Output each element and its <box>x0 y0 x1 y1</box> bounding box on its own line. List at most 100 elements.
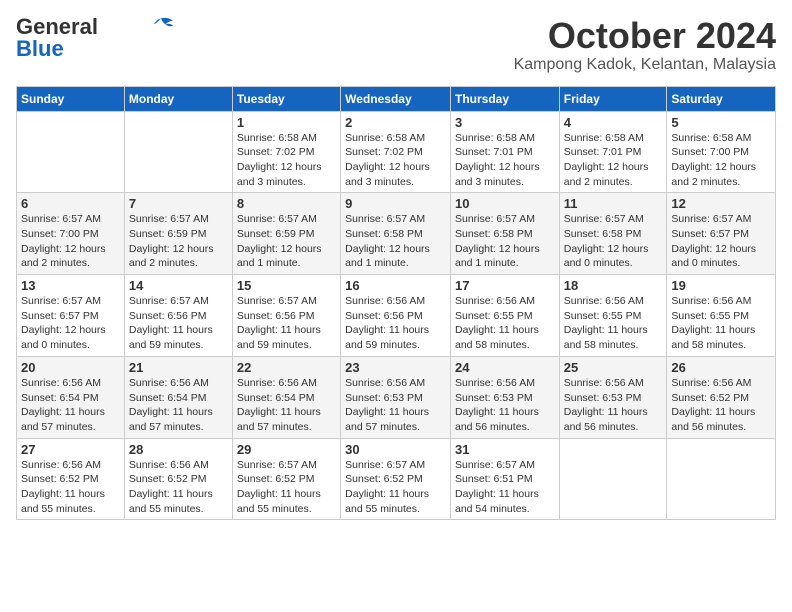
calendar-cell: 21Sunrise: 6:56 AMSunset: 6:54 PMDayligh… <box>124 356 232 438</box>
calendar-cell: 18Sunrise: 6:56 AMSunset: 6:55 PMDayligh… <box>559 275 667 357</box>
cell-date-number: 18 <box>564 278 663 293</box>
cell-info: Sunrise: 6:56 AMSunset: 6:55 PMDaylight:… <box>671 294 771 353</box>
logo-bird-icon <box>146 16 176 34</box>
cell-date-number: 7 <box>129 196 228 211</box>
cell-date-number: 12 <box>671 196 771 211</box>
cell-info: Sunrise: 6:57 AMSunset: 6:59 PMDaylight:… <box>129 212 228 271</box>
cell-info: Sunrise: 6:57 AMSunset: 6:51 PMDaylight:… <box>455 458 555 517</box>
cell-date-number: 4 <box>564 115 663 130</box>
cell-date-number: 22 <box>237 360 336 375</box>
cell-date-number: 1 <box>237 115 336 130</box>
logo-blue-text: Blue <box>16 38 64 60</box>
calendar-cell: 14Sunrise: 6:57 AMSunset: 6:56 PMDayligh… <box>124 275 232 357</box>
calendar-cell: 15Sunrise: 6:57 AMSunset: 6:56 PMDayligh… <box>232 275 340 357</box>
calendar-cell: 5Sunrise: 6:58 AMSunset: 7:00 PMDaylight… <box>667 111 776 193</box>
cell-info: Sunrise: 6:57 AMSunset: 6:52 PMDaylight:… <box>237 458 336 517</box>
calendar-cell: 6Sunrise: 6:57 AMSunset: 7:00 PMDaylight… <box>17 193 125 275</box>
calendar-cell: 27Sunrise: 6:56 AMSunset: 6:52 PMDayligh… <box>17 438 125 520</box>
calendar-cell: 24Sunrise: 6:56 AMSunset: 6:53 PMDayligh… <box>450 356 559 438</box>
cell-info: Sunrise: 6:57 AMSunset: 6:57 PMDaylight:… <box>671 212 771 271</box>
cell-info: Sunrise: 6:58 AMSunset: 7:01 PMDaylight:… <box>564 131 663 190</box>
calendar-cell <box>559 438 667 520</box>
cell-date-number: 11 <box>564 196 663 211</box>
cell-info: Sunrise: 6:56 AMSunset: 6:53 PMDaylight:… <box>564 376 663 435</box>
week-row-2: 6Sunrise: 6:57 AMSunset: 7:00 PMDaylight… <box>17 193 776 275</box>
cell-date-number: 2 <box>345 115 446 130</box>
calendar-cell: 30Sunrise: 6:57 AMSunset: 6:52 PMDayligh… <box>341 438 451 520</box>
weekday-header-thursday: Thursday <box>450 86 559 111</box>
cell-date-number: 14 <box>129 278 228 293</box>
cell-info: Sunrise: 6:57 AMSunset: 6:57 PMDaylight:… <box>21 294 120 353</box>
cell-date-number: 25 <box>564 360 663 375</box>
cell-date-number: 29 <box>237 442 336 457</box>
cell-info: Sunrise: 6:56 AMSunset: 6:54 PMDaylight:… <box>129 376 228 435</box>
calendar-cell: 28Sunrise: 6:56 AMSunset: 6:52 PMDayligh… <box>124 438 232 520</box>
week-row-3: 13Sunrise: 6:57 AMSunset: 6:57 PMDayligh… <box>17 275 776 357</box>
calendar-cell: 8Sunrise: 6:57 AMSunset: 6:59 PMDaylight… <box>232 193 340 275</box>
calendar-cell: 25Sunrise: 6:56 AMSunset: 6:53 PMDayligh… <box>559 356 667 438</box>
cell-info: Sunrise: 6:57 AMSunset: 6:58 PMDaylight:… <box>564 212 663 271</box>
cell-info: Sunrise: 6:58 AMSunset: 7:02 PMDaylight:… <box>237 131 336 190</box>
calendar-cell: 23Sunrise: 6:56 AMSunset: 6:53 PMDayligh… <box>341 356 451 438</box>
weekday-row: SundayMondayTuesdayWednesdayThursdayFrid… <box>17 86 776 111</box>
calendar-cell: 12Sunrise: 6:57 AMSunset: 6:57 PMDayligh… <box>667 193 776 275</box>
weekday-header-monday: Monday <box>124 86 232 111</box>
week-row-5: 27Sunrise: 6:56 AMSunset: 6:52 PMDayligh… <box>17 438 776 520</box>
weekday-header-wednesday: Wednesday <box>341 86 451 111</box>
calendar-cell: 26Sunrise: 6:56 AMSunset: 6:52 PMDayligh… <box>667 356 776 438</box>
calendar-cell: 11Sunrise: 6:57 AMSunset: 6:58 PMDayligh… <box>559 193 667 275</box>
cell-info: Sunrise: 6:56 AMSunset: 6:53 PMDaylight:… <box>345 376 446 435</box>
cell-date-number: 15 <box>237 278 336 293</box>
weekday-header-friday: Friday <box>559 86 667 111</box>
cell-date-number: 21 <box>129 360 228 375</box>
cell-info: Sunrise: 6:57 AMSunset: 6:56 PMDaylight:… <box>129 294 228 353</box>
calendar-table: SundayMondayTuesdayWednesdayThursdayFrid… <box>16 86 776 521</box>
weekday-header-tuesday: Tuesday <box>232 86 340 111</box>
calendar-cell: 22Sunrise: 6:56 AMSunset: 6:54 PMDayligh… <box>232 356 340 438</box>
cell-date-number: 30 <box>345 442 446 457</box>
cell-date-number: 3 <box>455 115 555 130</box>
title-block: October 2024 Kampong Kadok, Kelantan, Ma… <box>514 16 776 74</box>
cell-info: Sunrise: 6:56 AMSunset: 6:54 PMDaylight:… <box>21 376 120 435</box>
cell-info: Sunrise: 6:58 AMSunset: 7:00 PMDaylight:… <box>671 131 771 190</box>
calendar-cell: 20Sunrise: 6:56 AMSunset: 6:54 PMDayligh… <box>17 356 125 438</box>
cell-date-number: 5 <box>671 115 771 130</box>
cell-date-number: 28 <box>129 442 228 457</box>
cell-info: Sunrise: 6:56 AMSunset: 6:55 PMDaylight:… <box>455 294 555 353</box>
calendar-cell: 19Sunrise: 6:56 AMSunset: 6:55 PMDayligh… <box>667 275 776 357</box>
week-row-1: 1Sunrise: 6:58 AMSunset: 7:02 PMDaylight… <box>17 111 776 193</box>
calendar-cell: 3Sunrise: 6:58 AMSunset: 7:01 PMDaylight… <box>450 111 559 193</box>
month-title: October 2024 <box>514 16 776 56</box>
calendar-cell: 1Sunrise: 6:58 AMSunset: 7:02 PMDaylight… <box>232 111 340 193</box>
cell-info: Sunrise: 6:57 AMSunset: 6:58 PMDaylight:… <box>455 212 555 271</box>
cell-date-number: 6 <box>21 196 120 211</box>
calendar-cell: 10Sunrise: 6:57 AMSunset: 6:58 PMDayligh… <box>450 193 559 275</box>
weekday-header-saturday: Saturday <box>667 86 776 111</box>
page-header: General Blue October 2024 Kampong Kadok,… <box>16 16 776 74</box>
calendar-cell: 13Sunrise: 6:57 AMSunset: 6:57 PMDayligh… <box>17 275 125 357</box>
cell-info: Sunrise: 6:57 AMSunset: 6:58 PMDaylight:… <box>345 212 446 271</box>
calendar-body: 1Sunrise: 6:58 AMSunset: 7:02 PMDaylight… <box>17 111 776 520</box>
cell-date-number: 23 <box>345 360 446 375</box>
cell-date-number: 31 <box>455 442 555 457</box>
cell-info: Sunrise: 6:56 AMSunset: 6:52 PMDaylight:… <box>21 458 120 517</box>
logo-text: General <box>16 16 98 38</box>
cell-info: Sunrise: 6:56 AMSunset: 6:52 PMDaylight:… <box>671 376 771 435</box>
calendar-cell: 2Sunrise: 6:58 AMSunset: 7:02 PMDaylight… <box>341 111 451 193</box>
cell-info: Sunrise: 6:56 AMSunset: 6:55 PMDaylight:… <box>564 294 663 353</box>
cell-info: Sunrise: 6:56 AMSunset: 6:56 PMDaylight:… <box>345 294 446 353</box>
week-row-4: 20Sunrise: 6:56 AMSunset: 6:54 PMDayligh… <box>17 356 776 438</box>
cell-date-number: 13 <box>21 278 120 293</box>
cell-date-number: 20 <box>21 360 120 375</box>
location-title: Kampong Kadok, Kelantan, Malaysia <box>514 56 776 74</box>
cell-info: Sunrise: 6:57 AMSunset: 7:00 PMDaylight:… <box>21 212 120 271</box>
cell-date-number: 27 <box>21 442 120 457</box>
cell-date-number: 16 <box>345 278 446 293</box>
calendar-cell: 31Sunrise: 6:57 AMSunset: 6:51 PMDayligh… <box>450 438 559 520</box>
logo: General Blue <box>16 16 176 60</box>
cell-date-number: 17 <box>455 278 555 293</box>
calendar-header: SundayMondayTuesdayWednesdayThursdayFrid… <box>17 86 776 111</box>
cell-info: Sunrise: 6:57 AMSunset: 6:52 PMDaylight:… <box>345 458 446 517</box>
calendar-cell: 29Sunrise: 6:57 AMSunset: 6:52 PMDayligh… <box>232 438 340 520</box>
cell-info: Sunrise: 6:58 AMSunset: 7:02 PMDaylight:… <box>345 131 446 190</box>
